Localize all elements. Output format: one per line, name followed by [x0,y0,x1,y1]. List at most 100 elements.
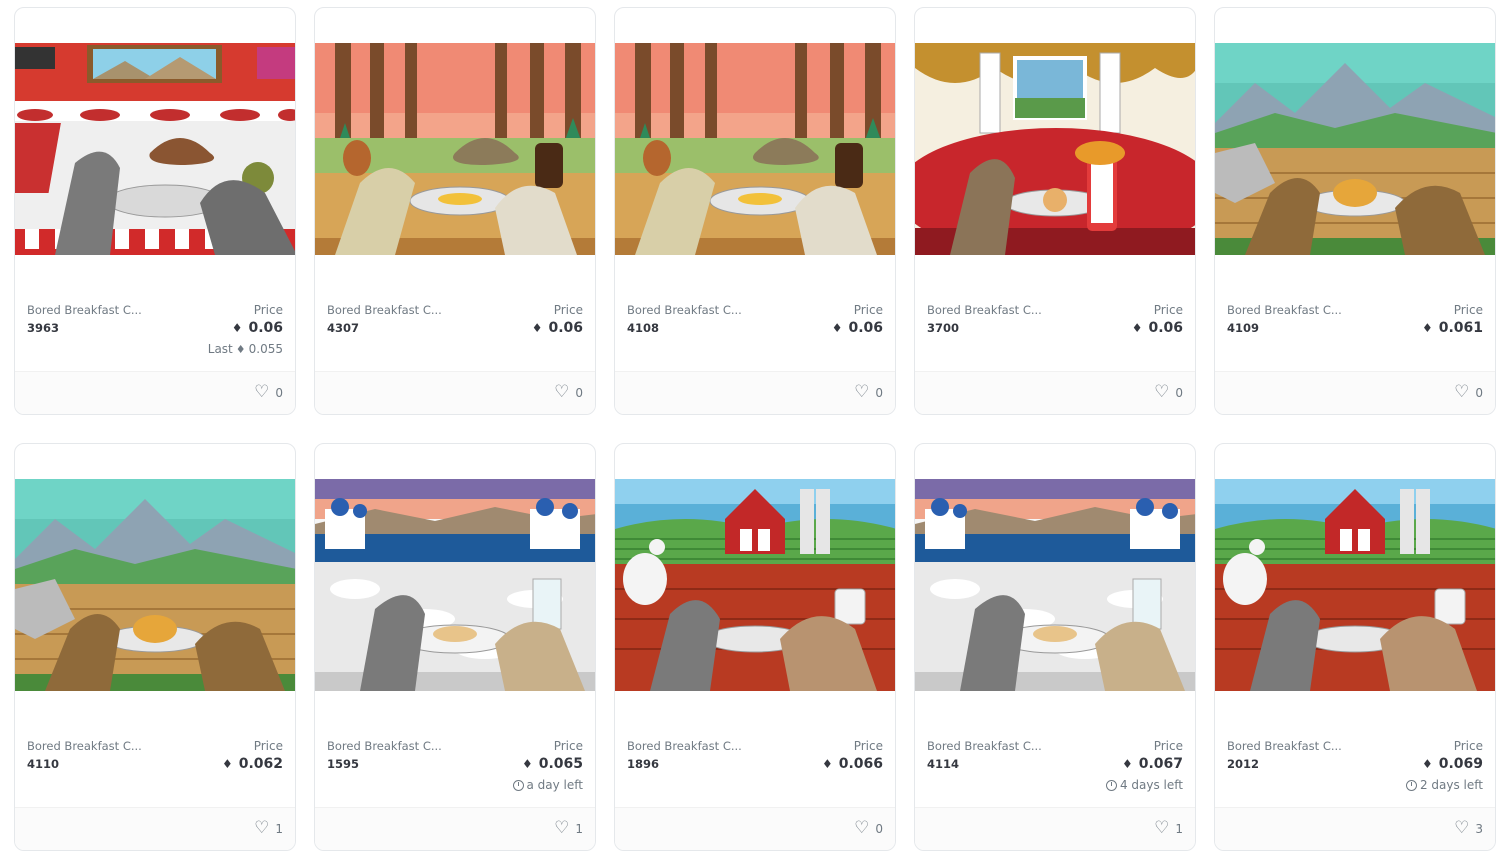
heart-icon[interactable]: ♡ [1154,820,1169,837]
card-footer: ♡ 0 [1215,371,1495,414]
token-id: 2012 [1227,757,1260,771]
favorite-button[interactable]: ♡ 0 [1154,384,1183,401]
price-value: 0.06 [1148,320,1183,336]
nft-card[interactable]: Bored Breakfast C... 1595 Price ♦ 0.065 … [314,443,596,851]
nft-card[interactable]: Bored Breakfast C... 2012 Price ♦ 0.069 … [1214,443,1496,851]
clock-icon [512,779,524,791]
price: ♦ 0.066 [822,756,883,772]
time-left: 4 days left [1105,778,1183,792]
collection-name[interactable]: Bored Breakfast C... [1227,739,1342,753]
card-footer: ♡ 3 [1215,807,1495,850]
nft-artwork [915,479,1195,691]
like-count: 0 [875,821,883,836]
price-value: 0.067 [1138,756,1183,772]
collection-name[interactable]: Bored Breakfast C... [327,739,442,753]
collection-name[interactable]: Bored Breakfast C... [927,739,1042,753]
ethereum-icon: ♦ [1421,321,1433,335]
card-footer: ♡ 1 [915,807,1195,850]
nft-artwork [1215,479,1495,691]
favorite-button[interactable]: ♡ 0 [254,384,283,401]
nft-artwork [615,43,895,255]
nft-image[interactable] [1215,479,1495,691]
favorite-button[interactable]: ♡ 0 [854,820,883,837]
nft-artwork [15,43,295,255]
price-label: Price [553,739,583,753]
nft-image[interactable] [315,43,595,255]
price: ♦ 0.06 [532,320,583,336]
like-count: 0 [875,385,883,400]
nft-image[interactable] [615,479,895,691]
collection-name[interactable]: Bored Breakfast C... [327,303,442,317]
collection-name[interactable]: Bored Breakfast C... [927,303,1042,317]
token-id: 1896 [627,757,660,771]
price-value: 0.062 [238,756,283,772]
card-footer: ♡ 0 [615,807,895,850]
favorite-button[interactable]: ♡ 1 [554,820,583,837]
token-id: 4108 [627,321,660,335]
nft-image[interactable] [15,43,295,255]
nft-card[interactable]: Bored Breakfast C... 1896 Price ♦ 0.066 … [614,443,896,851]
token-id: 3700 [927,321,960,335]
heart-icon[interactable]: ♡ [1454,384,1469,401]
nft-image[interactable] [915,43,1195,255]
collection-name[interactable]: Bored Breakfast C... [27,739,142,753]
card-footer: ♡ 0 [15,371,295,414]
ethereum-icon: ♦ [831,321,843,335]
ethereum-icon: ♦ [1121,757,1133,771]
price: ♦ 0.061 [1422,320,1483,336]
collection-name[interactable]: Bored Breakfast C... [1227,303,1342,317]
nft-card[interactable]: Bored Breakfast C... 4114 Price ♦ 0.067 … [914,443,1196,851]
price-label: Price [553,303,583,317]
collection-name[interactable]: Bored Breakfast C... [627,303,742,317]
nft-image[interactable] [915,479,1195,691]
favorite-button[interactable]: ♡ 0 [854,384,883,401]
price: ♦ 0.06 [232,320,283,336]
heart-icon[interactable]: ♡ [254,384,269,401]
nft-card[interactable]: Bored Breakfast C... 4307 Price ♦ 0.06 ♡… [314,7,596,415]
favorite-button[interactable]: ♡ 0 [554,384,583,401]
price-label: Price [1453,303,1483,317]
favorite-button[interactable]: ♡ 1 [1154,820,1183,837]
nft-image[interactable] [15,479,295,691]
time-left: a day left [512,778,583,792]
ethereum-icon: ♦ [1131,321,1143,335]
heart-icon[interactable]: ♡ [554,384,569,401]
price: ♦ 0.06 [1132,320,1183,336]
price-label: Price [853,303,883,317]
ethereum-icon: ♦ [235,342,246,356]
clock-icon [1105,779,1117,791]
heart-icon[interactable]: ♡ [254,820,269,837]
heart-icon[interactable]: ♡ [1454,820,1469,837]
nft-artwork [315,479,595,691]
nft-artwork [15,479,295,691]
nft-artwork [315,43,595,255]
price-label: Price [253,739,283,753]
heart-icon[interactable]: ♡ [554,820,569,837]
nft-image[interactable] [615,43,895,255]
heart-icon[interactable]: ♡ [1154,384,1169,401]
price: ♦ 0.062 [222,756,283,772]
collection-name[interactable]: Bored Breakfast C... [27,303,142,317]
nft-card[interactable]: Bored Breakfast C... 4110 Price ♦ 0.062 … [14,443,296,851]
favorite-button[interactable]: ♡ 1 [254,820,283,837]
price-value: 0.061 [1438,320,1483,336]
price: ♦ 0.065 [522,756,583,772]
nft-card[interactable]: Bored Breakfast C... 4108 Price ♦ 0.06 ♡… [614,7,896,415]
nft-image[interactable] [1215,43,1495,255]
nft-card[interactable]: Bored Breakfast C... 3963 Price ♦ 0.06 L… [14,7,296,415]
nft-card[interactable]: Bored Breakfast C... 4109 Price ♦ 0.061 … [1214,7,1496,415]
price: ♦ 0.06 [832,320,883,336]
card-footer: ♡ 0 [615,371,895,414]
ethereum-icon: ♦ [221,757,233,771]
nft-card[interactable]: Bored Breakfast C... 3700 Price ♦ 0.06 ♡… [914,7,1196,415]
time-left-text: 2 days left [1419,778,1483,792]
nft-image[interactable] [315,479,595,691]
favorite-button[interactable]: ♡ 0 [1454,384,1483,401]
heart-icon[interactable]: ♡ [854,384,869,401]
time-left: 2 days left [1405,778,1483,792]
favorite-button[interactable]: ♡ 3 [1454,820,1483,837]
price-label: Price [853,739,883,753]
heart-icon[interactable]: ♡ [854,820,869,837]
collection-name[interactable]: Bored Breakfast C... [627,739,742,753]
price: ♦ 0.069 [1422,756,1483,772]
